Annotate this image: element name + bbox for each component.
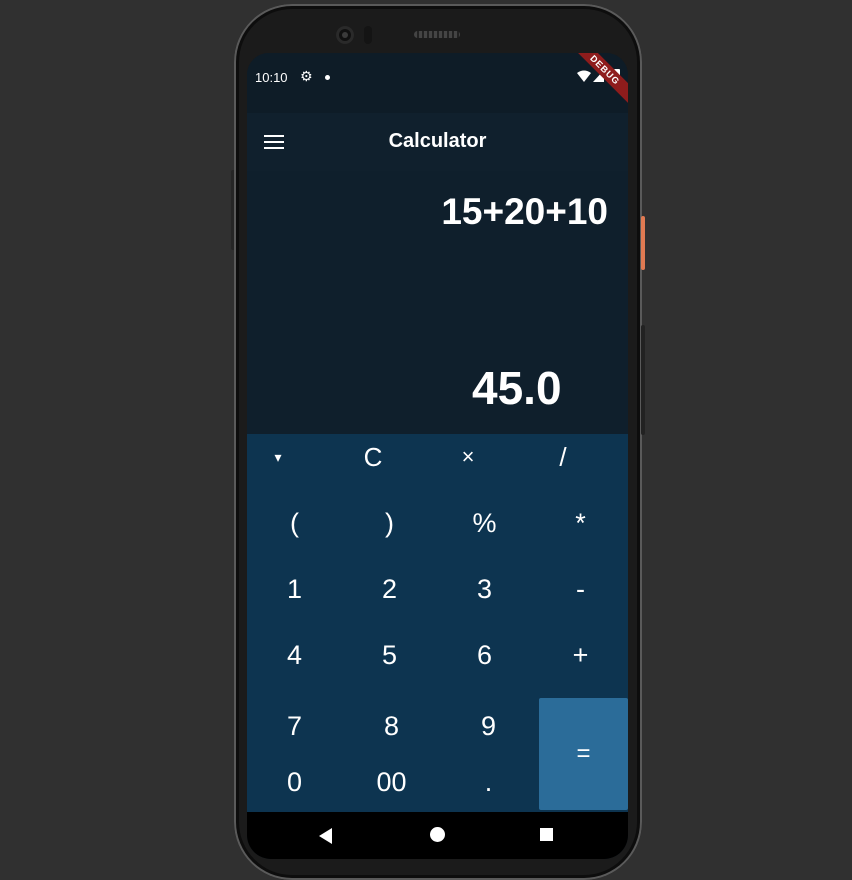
- digit-4-button[interactable]: 4: [247, 640, 342, 671]
- back-icon[interactable]: [319, 828, 332, 844]
- gear-icon: ⚙: [300, 68, 313, 84]
- navigation-bar: [247, 812, 628, 859]
- clear-button[interactable]: C: [325, 434, 421, 480]
- digit-8-button[interactable]: 8: [344, 711, 439, 742]
- status-bar: 10:10 ⚙ DEBUG: [247, 53, 628, 113]
- multiply-button[interactable]: *: [533, 508, 628, 539]
- expression-text: 15+20+10: [441, 191, 608, 232]
- recents-icon[interactable]: [540, 828, 553, 841]
- add-button[interactable]: +: [533, 640, 628, 671]
- digit-1-button[interactable]: 1: [247, 574, 342, 605]
- volume-button: [641, 325, 645, 435]
- decimal-point-button[interactable]: .: [441, 767, 536, 798]
- result-text: 45.0: [472, 362, 562, 414]
- digit-3-button[interactable]: 3: [437, 574, 532, 605]
- equals-button[interactable]: =: [539, 698, 628, 810]
- subtract-button[interactable]: -: [533, 574, 628, 605]
- digit-7-button[interactable]: 7: [247, 711, 342, 742]
- digit-0-button[interactable]: 0: [247, 767, 342, 798]
- collapse-chevron-button[interactable]: ▾: [247, 434, 309, 480]
- keypad: ▾ C × / ( ) % * 1 2 3 - 4 5 6 + 7 8 9 0: [247, 434, 628, 812]
- page-title: Calculator: [388, 130, 487, 152]
- digit-5-button[interactable]: 5: [342, 640, 437, 671]
- percent-button[interactable]: %: [437, 508, 532, 539]
- digit-2-button[interactable]: 2: [342, 574, 437, 605]
- stage: 10:10 ⚙ DEBUG Calculator 15+20+10 45.0 ▾…: [0, 0, 852, 880]
- earpiece-speaker: [414, 31, 460, 38]
- wifi-icon: [577, 70, 591, 82]
- power-button: [641, 216, 645, 270]
- app-bar: Calculator: [247, 113, 628, 171]
- status-time: 10:10: [255, 70, 288, 85]
- home-icon[interactable]: [430, 827, 445, 842]
- digit-9-button[interactable]: 9: [441, 711, 536, 742]
- close-paren-button[interactable]: ): [342, 508, 437, 539]
- divide-button[interactable]: /: [515, 434, 611, 480]
- digit-6-button[interactable]: 6: [437, 640, 532, 671]
- front-camera: [336, 26, 354, 44]
- notification-dot-icon: [325, 75, 330, 80]
- open-paren-button[interactable]: (: [247, 508, 342, 539]
- proximity-sensor: [364, 26, 372, 44]
- double-zero-button[interactable]: 00: [344, 767, 439, 798]
- calculator-display: 15+20+10 45.0: [247, 171, 628, 434]
- backspace-button[interactable]: ×: [420, 434, 516, 480]
- screen: 10:10 ⚙ DEBUG Calculator 15+20+10 45.0 ▾…: [247, 53, 628, 859]
